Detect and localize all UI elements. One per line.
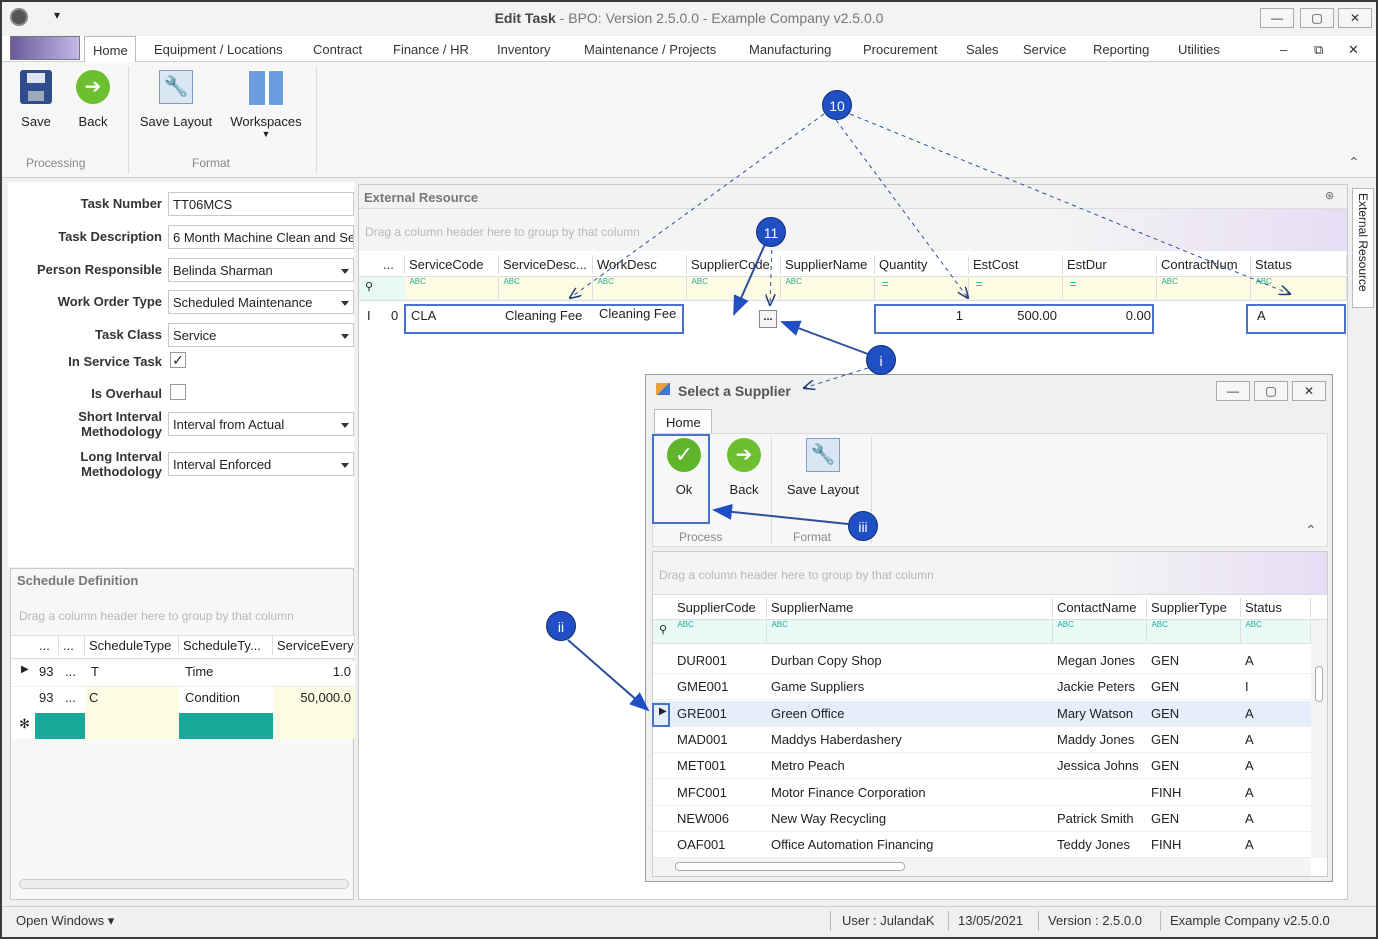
status-user: User : JulandaK	[842, 913, 935, 928]
status-date: 13/05/2021	[958, 913, 1024, 928]
main-window: ▾ Edit Task - BPO: Version 2.5.0.0 - Exa…	[0, 0, 1378, 939]
callout-iii: iii	[848, 511, 878, 541]
open-windows-button[interactable]: Open Windows ▾	[16, 913, 114, 929]
callout-10: 10	[822, 90, 852, 120]
annotation-arrows	[567, 113, 1378, 712]
status-bar: Open Windows ▾ User : JulandaK 13/05/202…	[2, 906, 1376, 934]
status-company: Example Company v2.5.0.0	[1170, 913, 1330, 928]
callout-ii: ii	[546, 611, 576, 641]
status-version: Version : 2.5.0.0	[1048, 913, 1142, 928]
callout-i: i	[866, 345, 896, 375]
callout-11: 11	[756, 217, 786, 247]
